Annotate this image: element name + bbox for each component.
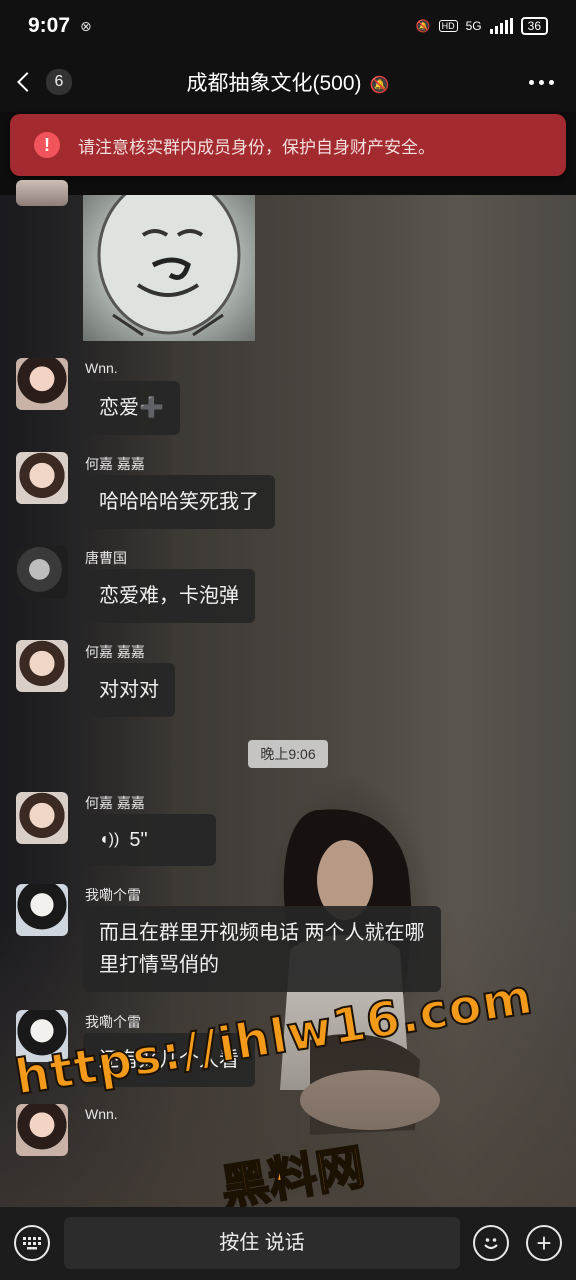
mute-bell-icon: 🔕 bbox=[369, 77, 390, 94]
sender-name: Wnn. bbox=[85, 1106, 118, 1122]
message-text: 哈哈哈哈笑死我了 bbox=[99, 491, 259, 513]
sender-name: 我嘞个雷 bbox=[85, 1014, 141, 1030]
security-warning-banner[interactable]: ! 请注意核实群内成员身份，保护自身财产安全。 bbox=[10, 114, 566, 176]
keyboard-toggle-button[interactable] bbox=[14, 1225, 50, 1261]
keyboard-icon bbox=[23, 1237, 41, 1250]
avatar[interactable] bbox=[16, 180, 68, 206]
avatar[interactable] bbox=[16, 640, 68, 692]
smiley-icon bbox=[484, 1238, 498, 1250]
more-actions-button[interactable]: + bbox=[526, 1225, 562, 1261]
time-divider: 晚上9:06 bbox=[248, 740, 328, 768]
message-bubble[interactable]: 而且在群里开视频电话 两个人就在哪 里打情骂俏的 bbox=[83, 906, 441, 992]
sender-name: 我嘞个雷 bbox=[85, 887, 141, 903]
message-text: 对对对 bbox=[99, 679, 159, 701]
avatar[interactable] bbox=[16, 792, 68, 844]
message-bubble[interactable]: 还有好几个人看 bbox=[83, 1033, 255, 1087]
network-label: 5G bbox=[465, 19, 482, 33]
plus-icon: + bbox=[536, 1228, 552, 1258]
sender-name: 何嘉 嘉嘉 bbox=[85, 644, 145, 660]
sender-name: 何嘉 嘉嘉 bbox=[85, 456, 145, 472]
sender-name: 何嘉 嘉嘉 bbox=[85, 795, 145, 811]
chat-header: 6 成都抽象文化(500) 🔕 bbox=[0, 52, 576, 112]
battery-icon: 36 bbox=[520, 17, 548, 35]
sender-name: Wnn. bbox=[85, 360, 118, 376]
unread-count: 6 bbox=[46, 69, 72, 95]
sticker-image[interactable] bbox=[83, 195, 255, 341]
message-bubble[interactable]: 哈哈哈哈笑死我了 bbox=[83, 475, 275, 529]
back-button[interactable]: 6 bbox=[0, 52, 90, 112]
status-bar: 9:07 ⊗ 🔕 HD 5G 36 bbox=[0, 0, 576, 52]
hd-badge: HD bbox=[438, 20, 458, 32]
avatar[interactable] bbox=[16, 1010, 68, 1062]
message-bubble[interactable]: 恋爱难，卡泡弹 bbox=[83, 569, 255, 623]
alert-icon: ! bbox=[34, 132, 60, 158]
avatar[interactable] bbox=[16, 884, 68, 936]
sender-name: 唐曹国 bbox=[85, 550, 127, 566]
message-text: 恋爱难，卡泡弹 bbox=[99, 585, 239, 607]
emoji-button[interactable] bbox=[473, 1225, 509, 1261]
avatar[interactable] bbox=[16, 452, 68, 504]
status-time: 9:07 bbox=[28, 14, 71, 37]
message-text: 还有好几个人看 bbox=[99, 1049, 239, 1071]
warning-text: 请注意核实群内成员身份，保护自身财产安全。 bbox=[78, 137, 435, 157]
chevron-left-icon bbox=[17, 72, 37, 92]
avatar[interactable] bbox=[16, 358, 68, 410]
avatar[interactable] bbox=[16, 1104, 68, 1156]
input-bar: 按住 说话 + bbox=[0, 1207, 576, 1280]
avatar[interactable] bbox=[16, 546, 68, 598]
bell-muted-icon: 🔕 bbox=[415, 19, 431, 33]
more-options-button[interactable] bbox=[529, 52, 554, 112]
message-text: 恋爱➕ bbox=[99, 397, 164, 419]
signal-icon bbox=[489, 18, 513, 34]
hold-to-talk-button[interactable]: 按住 说话 bbox=[64, 1217, 460, 1269]
chat-title: 成都抽象文化(500) bbox=[186, 72, 362, 95]
link-icon: ⊗ bbox=[80, 17, 92, 34]
message-bubble[interactable]: 对对对 bbox=[83, 663, 175, 717]
message-bubble[interactable]: 恋爱➕ bbox=[83, 381, 180, 435]
status-indicators: 🔕 HD 5G 36 bbox=[416, 17, 548, 35]
voice-wave-icon: ◖)) bbox=[99, 831, 120, 848]
message-text-line: 里打情骂俏的 bbox=[99, 954, 219, 976]
voice-message-bubble[interactable]: ◖)) 5" bbox=[83, 814, 216, 866]
message-text-line: 而且在群里开视频电话 两个人就在哪 bbox=[99, 922, 425, 944]
voice-duration: 5" bbox=[129, 829, 148, 851]
